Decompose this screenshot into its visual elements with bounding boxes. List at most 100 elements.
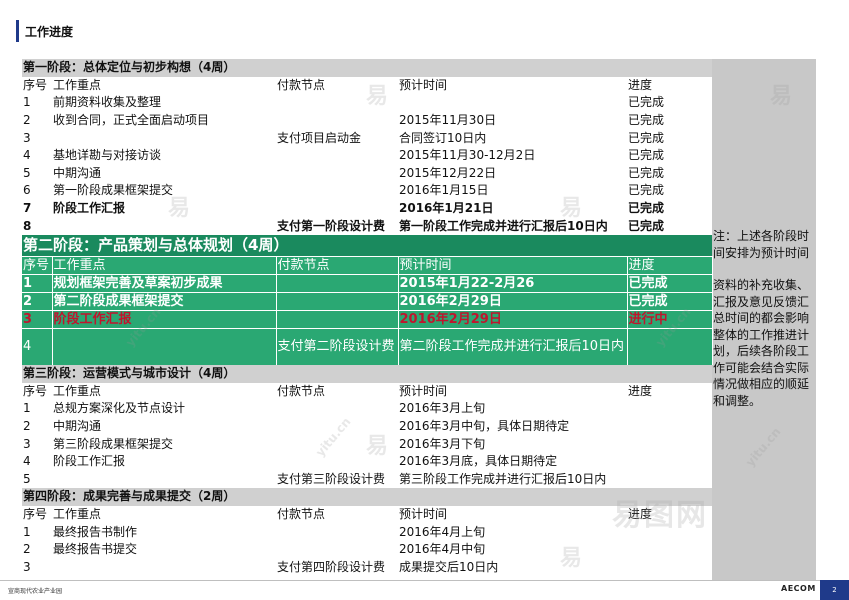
table-cell: 支付第三阶段设计费 — [277, 471, 386, 486]
note-para-1: 注：上述各阶段时间安排为预计时间 — [713, 229, 810, 260]
table-cell: 第三阶段成果框架提交 — [53, 436, 174, 451]
table-cell — [52, 471, 276, 489]
table-row: 4 基地详勘与对接访谈 2015年11月30-12月2日 已完成 — [22, 147, 712, 165]
phase-title: 第四阶段：成果完善与成果提交（2周） — [22, 488, 713, 506]
table-cell: 2015年1月22-2月26 — [398, 274, 628, 293]
table-cell: 成果提交后10日内 — [399, 559, 499, 574]
table-cell: 2 — [22, 292, 53, 311]
phase-title: 第三阶段：运营模式与城市设计（4周） — [22, 364, 713, 383]
table-cell: 3 — [22, 310, 53, 329]
table-cell: 已完成 — [628, 201, 665, 216]
table-cell: 2 — [23, 419, 31, 434]
table-cell: 4 — [23, 148, 31, 163]
phase2-header-row: 序号 工作重点 付款节点 预计时间 进度 — [22, 256, 713, 275]
table-cell: 已完成 — [628, 113, 665, 128]
table-cell: 最终报告书制作 — [53, 524, 138, 539]
table-row: 2 最终报告书提交 2016年4月中旬 — [22, 541, 712, 559]
table-cell — [627, 471, 712, 489]
table-cell: 2016年1月15日 — [399, 183, 489, 198]
table-cell: 规划框架完善及草案初步成果 — [52, 274, 277, 293]
table-cell: 5 — [23, 471, 31, 486]
table-cell: 付款节点 — [277, 77, 326, 92]
table-cell — [627, 328, 713, 365]
page-footer: 宣商现代农业产业园 AECOM 2 — [0, 580, 849, 600]
table-cell: 阶段工作汇报 — [52, 310, 277, 329]
table-cell — [276, 453, 398, 471]
table-row: 2 第二阶段成果框架提交 2016年2月29日 已完成 — [22, 292, 713, 311]
table-cell — [398, 94, 627, 112]
table-row: 3 第三阶段成果框架提交 2016年3月下旬 — [22, 435, 712, 453]
table-cell: 序号 — [22, 256, 53, 275]
table-cell: 基地详勘与对接访谈 — [53, 148, 162, 163]
table-row: 1 总规方案深化及节点设计 2016年3月上旬 — [22, 400, 712, 418]
table-cell: 已完成 — [627, 292, 713, 311]
table-cell: 序号 — [23, 383, 48, 398]
table-cell: 收到合同，正式全面启动项目 — [53, 113, 210, 128]
table-cell: 已完成 — [628, 148, 665, 163]
table-cell: 付款节点 — [277, 506, 326, 521]
table-cell: 6 — [23, 183, 31, 198]
table-cell: 2016年4月中旬 — [399, 542, 486, 557]
table-cell: 2 — [23, 113, 31, 128]
table-cell — [627, 435, 712, 453]
table-row: 7 阶段工作汇报 2016年1月21日 已完成 — [22, 200, 712, 218]
table-cell: 工作重点 — [52, 256, 277, 275]
table-cell: 7 — [23, 201, 32, 216]
table-cell: 预计时间 — [399, 77, 448, 92]
table-cell — [276, 165, 398, 183]
table-cell: 序号 — [23, 77, 48, 92]
table-cell: 已完成 — [628, 218, 665, 233]
header-accent-bar — [16, 20, 19, 42]
table-cell — [276, 274, 399, 293]
table-cell: 3 — [23, 559, 31, 574]
table-cell: 中期沟通 — [53, 419, 102, 434]
table-cell — [627, 400, 712, 418]
table-cell — [276, 523, 398, 541]
table-cell: 2 — [23, 542, 31, 557]
table-cell: 阶段工作汇报 — [53, 201, 126, 216]
schedule-table-body: 第一阶段：总体定位与初步构想（4周） 序号 工作重点 付款节点 预计时间 进度 1 前期资料收… — [22, 59, 713, 576]
table-cell: 2016年3月中旬，具体日期待定 — [399, 419, 570, 434]
table-cell: 中期沟通 — [53, 165, 102, 180]
table-cell: 支付第一阶段设计费 — [277, 218, 386, 233]
table-cell — [276, 292, 399, 311]
table-cell: 已完成 — [628, 95, 665, 110]
table-cell: 进度 — [627, 256, 713, 275]
schedule-note: 注：上述各阶段时间安排为预计时间 资料的补充收集、汇报及意见反馈汇总时间的都会影… — [712, 228, 816, 425]
table-row: 3 支付项目启动金 合同签订10日内 已完成 — [22, 129, 712, 147]
table-cell: 已完成 — [628, 183, 665, 198]
schedule-table: 第一阶段：总体定位与初步构想（4周） 序号 工作重点 付款节点 预计时间 进度 1 前期资料收… — [22, 59, 713, 576]
phase2-title-row: 第二阶段：产品策划与总体规划（4周） — [22, 234, 713, 257]
note-para-2: 资料的补充收集、汇报及意见反馈汇总时间的都会影响整体的工作推进计划，后续各阶段工… — [713, 278, 810, 408]
table-cell: 2015年12月22日 — [399, 165, 497, 180]
table-cell: 1 — [23, 95, 31, 110]
table-cell: 支付第四阶段设计费 — [277, 559, 386, 574]
table-cell — [276, 112, 398, 130]
watermark-site-logo: 易图网 — [612, 498, 708, 533]
table-row: 1 规划框架完善及草案初步成果 2015年1月22-2月26 已完成 — [22, 274, 713, 293]
phase4-title-row: 第四阶段：成果完善与成果提交（2周） — [22, 488, 713, 506]
phase-title: 第一阶段：总体定位与初步构想（4周） — [22, 59, 713, 77]
table-cell: 付款节点 — [276, 256, 399, 275]
table-cell: 2016年1月21日 — [399, 201, 494, 216]
table-cell: 进度 — [628, 77, 653, 92]
table-row: 3 支付第四阶段设计费 成果提交后10日内 — [22, 558, 712, 576]
table-cell: 预计时间 — [399, 383, 448, 398]
table-cell: 2016年3月下旬 — [399, 436, 486, 451]
table-row: 5 支付第三阶段设计费 第三阶段工作完成并进行汇报后10日内 — [22, 471, 712, 489]
table-cell: 2016年2月29日 — [398, 310, 628, 329]
table-cell — [627, 418, 712, 436]
table-row: 4 支付第二阶段设计费 第二阶段工作完成并进行汇报后10日内 — [22, 328, 713, 365]
table-cell: 进行中 — [627, 310, 713, 329]
page-number: 2 — [820, 580, 849, 600]
phase1-title-row: 第一阶段：总体定位与初步构想（4周） — [22, 59, 713, 77]
table-cell: 前期资料收集及整理 — [53, 95, 162, 110]
table-cell: 4 — [23, 454, 31, 469]
phase3-title-row: 第三阶段：运营模式与城市设计（4周） — [22, 364, 713, 383]
table-cell — [627, 558, 712, 576]
table-cell: 总规方案深化及节点设计 — [53, 401, 186, 416]
table-cell — [52, 328, 277, 365]
table-cell — [276, 541, 398, 559]
table-cell: 已完成 — [628, 165, 665, 180]
table-cell: 3 — [23, 436, 31, 451]
